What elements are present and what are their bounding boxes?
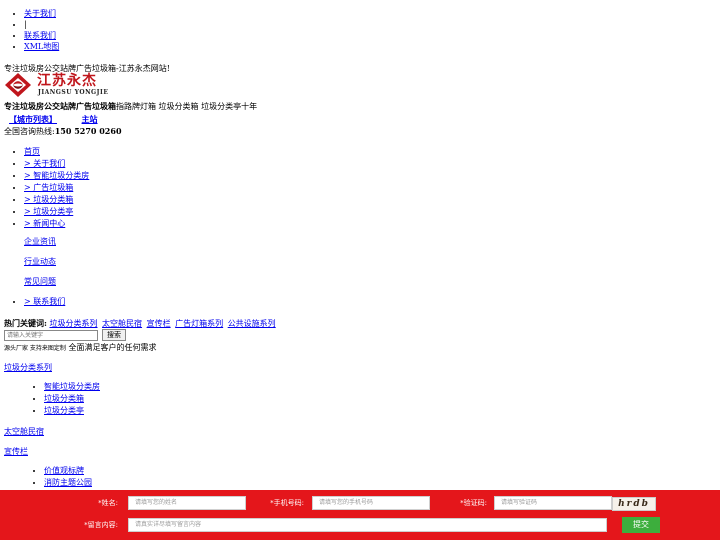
hot-keywords-label: 热门关键词: — [4, 318, 47, 328]
logo-text-en: JIANGSU YONGJIE — [38, 89, 109, 96]
phone-label: *手机号码: — [270, 499, 304, 507]
name-label: *姓名: — [98, 499, 118, 507]
captcha-input[interactable]: 请填写验证码 — [494, 496, 612, 510]
submit-button[interactable]: 提交 — [622, 517, 660, 533]
hot-keyword-link[interactable]: 垃圾分类系列 — [50, 319, 98, 328]
search-form: 搜索 — [4, 329, 126, 341]
category-list: 智能垃圾分类房 垃圾分类箱 垃圾分类亭 — [24, 381, 100, 417]
main-site-link[interactable]: 主站 — [82, 114, 98, 124]
hot-keyword-link[interactable]: 广告灯箱系列 — [175, 319, 223, 328]
custom-note: 源头厂家 支持来图定制 全面满足客户的任何需求 — [4, 342, 156, 355]
nav-item-smart-sorting-room[interactable]: > 智能垃圾分类房 — [24, 171, 89, 180]
slogan-bold: 专注垃圾房公交站牌广告垃圾箱 — [4, 101, 116, 111]
hot-keyword-link[interactable]: 宣传栏 — [147, 319, 171, 328]
logo-mark-icon — [5, 73, 31, 97]
name-input[interactable]: 请填写您的姓名 — [128, 496, 246, 510]
category-item[interactable]: 消防主题公园 — [44, 478, 92, 487]
nav-item-news[interactable]: > 新闻中心 — [24, 219, 65, 228]
custom-note-small: 源头厂家 支持来图定制 — [4, 345, 66, 352]
category-title[interactable]: 垃圾分类系列 — [4, 362, 52, 374]
category-list: 价值观标牌 消防主题公园 — [24, 465, 92, 489]
captcha-image[interactable]: hrdb — [612, 497, 656, 511]
separator: | — [24, 20, 27, 29]
subnav-item-industry-news[interactable]: 行业动态 — [24, 257, 56, 266]
logo[interactable]: 江苏永杰 JIANGSU YONGJIE — [4, 72, 124, 98]
category-item[interactable]: 垃圾分类亭 — [44, 406, 84, 415]
subnav-item-company-news[interactable]: 企业资讯 — [24, 237, 56, 246]
category-item[interactable]: 价值观标牌 — [44, 466, 84, 475]
nav-item-sorting-bin[interactable]: > 垃圾分类箱 — [24, 195, 73, 204]
xml-sitemap-link[interactable]: XML地图 — [24, 42, 59, 51]
nav-item-contact[interactable]: > 联系我们 — [24, 297, 65, 306]
category-item[interactable]: 智能垃圾分类房 — [44, 382, 100, 391]
nav-item-home[interactable]: 首页 — [24, 147, 40, 156]
captcha-label: *验证码: — [460, 499, 487, 507]
logo-text-cn: 江苏永杰 — [37, 73, 97, 89]
custom-note-text: 全面满足客户的任何需求 — [68, 343, 157, 352]
message-label: *留言内容: — [84, 521, 118, 529]
search-input[interactable] — [4, 330, 98, 341]
category-title[interactable]: 太空舱民宿 — [4, 426, 44, 438]
phone-input[interactable]: 请填写您的手机号码 — [312, 496, 430, 510]
hot-keyword-link[interactable]: 公共设施系列 — [228, 319, 276, 328]
contact-link[interactable]: 联系我们 — [24, 31, 56, 40]
message-textarea[interactable]: 请真实详尽填写留言内容 — [128, 518, 607, 532]
hotline-label: 全国咨询热线: — [4, 127, 55, 136]
hotline: 全国咨询热线:150 5270 0260 — [4, 125, 122, 138]
main-nav: 首页 > 关于我们 > 智能垃圾分类房 > 广告垃圾箱 > 垃圾分类箱 > 垃圾… — [4, 146, 324, 308]
nav-item-about[interactable]: > 关于我们 — [24, 159, 65, 168]
category-item[interactable]: 垃圾分类箱 — [44, 394, 84, 403]
top-links: 关于我们 | 联系我们 XML地图 — [4, 8, 59, 52]
city-list-link[interactable]: 【城市列表】 — [9, 114, 57, 124]
about-link[interactable]: 关于我们 — [24, 9, 56, 18]
category-title[interactable]: 宣传栏 — [4, 446, 28, 458]
nav-item-ad-bin[interactable]: > 广告垃圾箱 — [24, 183, 73, 192]
news-subnav: 企业资讯 行业动态 常见问题 — [24, 236, 324, 296]
slogan-rest: 指路牌灯箱 垃圾分类箱 垃圾分类亭十年 — [116, 102, 258, 111]
search-button[interactable]: 搜索 — [102, 329, 126, 341]
slogan: 专注垃圾房公交站牌广告垃圾箱指路牌灯箱 垃圾分类箱 垃圾分类亭十年 — [4, 100, 257, 113]
hotline-number: 150 5270 0260 — [54, 126, 122, 136]
subnav-item-faq[interactable]: 常见问题 — [24, 277, 56, 286]
nav-item-sorting-kiosk[interactable]: > 垃圾分类亭 — [24, 207, 73, 216]
hot-keyword-link[interactable]: 太空舱民宿 — [102, 319, 142, 328]
